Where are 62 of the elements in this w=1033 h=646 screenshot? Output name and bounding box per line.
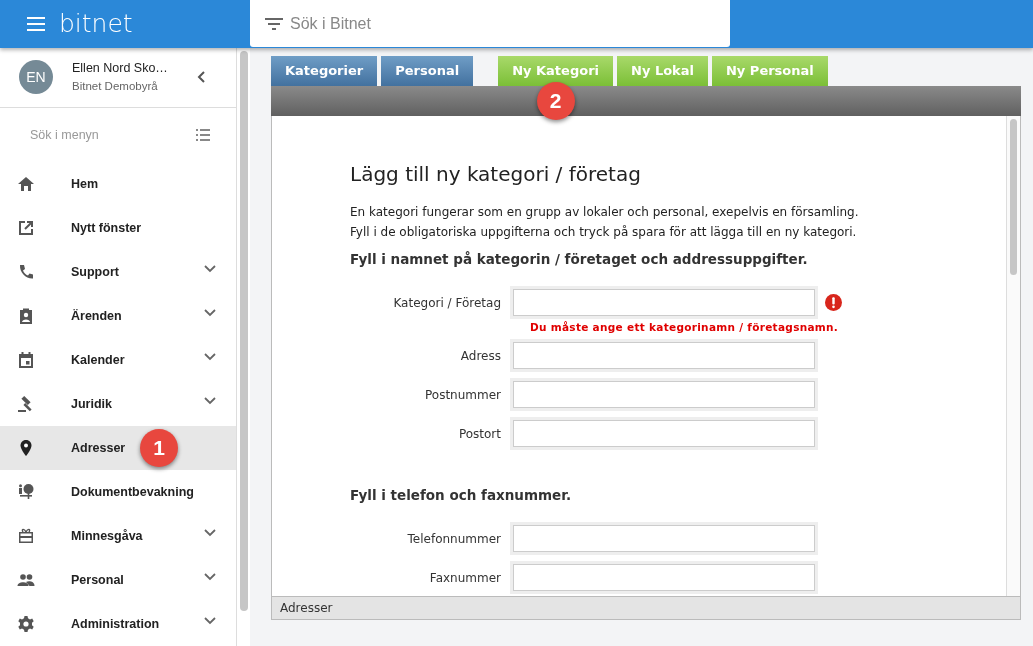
chevron-down-icon[interactable]	[204, 397, 216, 405]
input-field[interactable]	[513, 564, 815, 592]
menu-item[interactable]: Kalender	[0, 338, 236, 382]
filter-icon	[265, 18, 283, 30]
field-label: Postort	[457, 425, 502, 443]
menu-item[interactable]: Support	[0, 250, 236, 294]
field-label: Postnummer	[424, 386, 502, 404]
error-message: Du måste ange ett kategorinamn / företagsnamn.	[530, 320, 840, 336]
form-title: Lägg till ny kategori / företag	[350, 162, 642, 186]
app-logo: bitnet	[59, 8, 133, 41]
chevron-down-icon[interactable]	[204, 529, 216, 537]
people-icon	[17, 571, 35, 589]
calendar-icon	[17, 351, 35, 369]
search-field[interactable]: Sök i Bitnet	[250, 0, 730, 47]
user-name: Ellen Nord Sko…	[72, 60, 169, 78]
menu-item[interactable]: Ärenden	[0, 294, 236, 338]
user-avatar: EN	[19, 60, 53, 95]
field-label: Adress	[459, 347, 502, 365]
step-number-badge: 1	[140, 429, 178, 467]
collapse-icon[interactable]	[197, 71, 205, 84]
scrollbar-thumb[interactable]	[1010, 119, 1017, 275]
tab[interactable]: Personal	[381, 56, 474, 86]
section-heading: Fyll i telefon och faxnummer.	[350, 486, 573, 505]
gavel-icon	[17, 395, 35, 413]
list-icon[interactable]	[196, 128, 210, 141]
field-label: Telefonnummer	[406, 530, 502, 548]
tree-icon	[17, 483, 35, 501]
status-bar: Adresser	[271, 596, 1021, 620]
scrollbar-thumb[interactable]	[240, 51, 248, 611]
menu-item[interactable]: Juridik	[0, 382, 236, 426]
menu-item[interactable]: Nytt fönster	[0, 206, 236, 250]
menu-item[interactable]: Personal	[0, 558, 236, 602]
tab[interactable]: Kategorier	[271, 56, 378, 86]
company-name: Bitnet Demobyrå	[72, 79, 159, 95]
gift-icon	[17, 527, 35, 545]
chevron-down-icon[interactable]	[204, 617, 216, 625]
input-field[interactable]	[513, 289, 815, 317]
field-label: Kategori / Företag	[392, 294, 502, 312]
menu-item[interactable]: Minnesgåva	[0, 514, 236, 558]
chevron-down-icon[interactable]	[204, 573, 216, 581]
external-link-icon	[17, 219, 35, 237]
input-field[interactable]	[513, 381, 815, 408]
menu-item[interactable]: Administration	[0, 602, 236, 646]
menu-item[interactable]: Dokumentbevakning	[0, 470, 236, 514]
intro-text: Fyll i de obligatoriska uppgifterna och tryck på spara för att lägga till en ny kategori.	[350, 224, 858, 241]
clipboard-icon	[17, 307, 35, 325]
chevron-down-icon[interactable]	[204, 353, 216, 361]
menu-item[interactable]: Hem	[0, 162, 236, 206]
intro-text: En kategori fungerar som en grupp av lokaler och personal, exepelvis en församling.	[350, 204, 860, 221]
menu-icon[interactable]	[27, 17, 45, 31]
settings-icon	[17, 615, 35, 633]
section-heading: Fyll i namnet på kategorin / företaget och addressuppgifter.	[350, 250, 809, 269]
error-icon	[825, 294, 842, 312]
field-label: Faxnummer	[428, 569, 502, 587]
home-icon	[17, 175, 35, 193]
phone-icon	[17, 263, 35, 281]
input-field[interactable]	[513, 342, 815, 369]
chevron-down-icon[interactable]	[204, 265, 216, 273]
input-field[interactable]	[513, 420, 815, 447]
menu-item[interactable]: Adresser 1	[0, 426, 236, 470]
input-field[interactable]	[513, 525, 815, 553]
chevron-down-icon[interactable]	[204, 309, 216, 317]
